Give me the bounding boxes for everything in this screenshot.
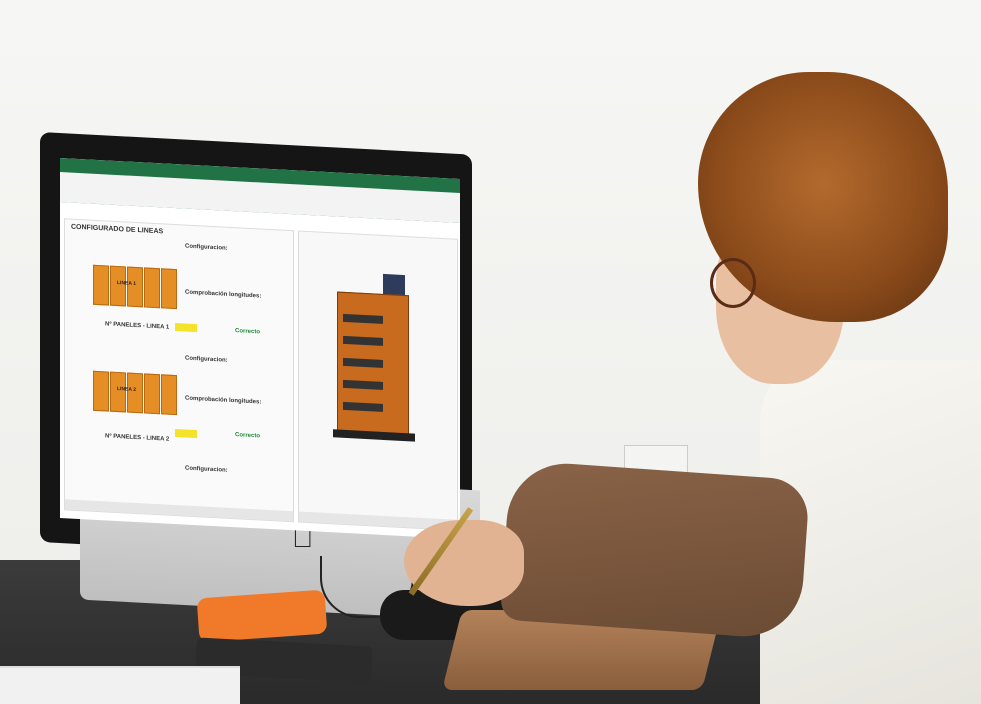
status-correct-2: Correcto [235,432,261,440]
sheet-tabs [65,499,293,522]
linea-2-label: LINEA 2 [117,385,136,393]
paneles-linea-2: Nº PANELES - LINEA 2 [105,433,170,443]
monitor-screen: CONFIGURADO DE LINEAS Configuracion: LIN… [60,158,460,539]
comp-long-1: Comprobación longitudes: [185,289,262,300]
spreadsheet-left-pane: CONFIGURADO DE LINEAS Configuracion: LIN… [64,218,294,523]
config-label-1: Configuracion: [185,243,228,252]
panel-count-cell-1 [175,323,197,333]
config-label-3: Configuracion: [185,465,228,474]
config-label-2: Configuracion: [185,355,228,364]
linea-1-label: LINEA 1 [117,279,136,287]
orange-hard-drive [196,589,328,643]
sheet-title: CONFIGURADO DE LINEAS [71,223,164,236]
notebook [0,666,240,704]
status-correct-1: Correcto [235,328,261,336]
display-rack-render [333,272,415,442]
panel-count-cell-2 [175,429,197,439]
woman-sleeve [499,459,811,641]
paneles-linea-1: Nº PANELES - LINEA 1 [105,321,170,331]
photo-scene:  CONFIGURADO DE LINEAS Configuracion: L… [0,0,981,704]
3d-render-pane [298,230,458,531]
glasses [710,258,756,308]
comp-long-2: Comprobación longitudes: [185,395,262,406]
woman-hand [404,520,524,606]
